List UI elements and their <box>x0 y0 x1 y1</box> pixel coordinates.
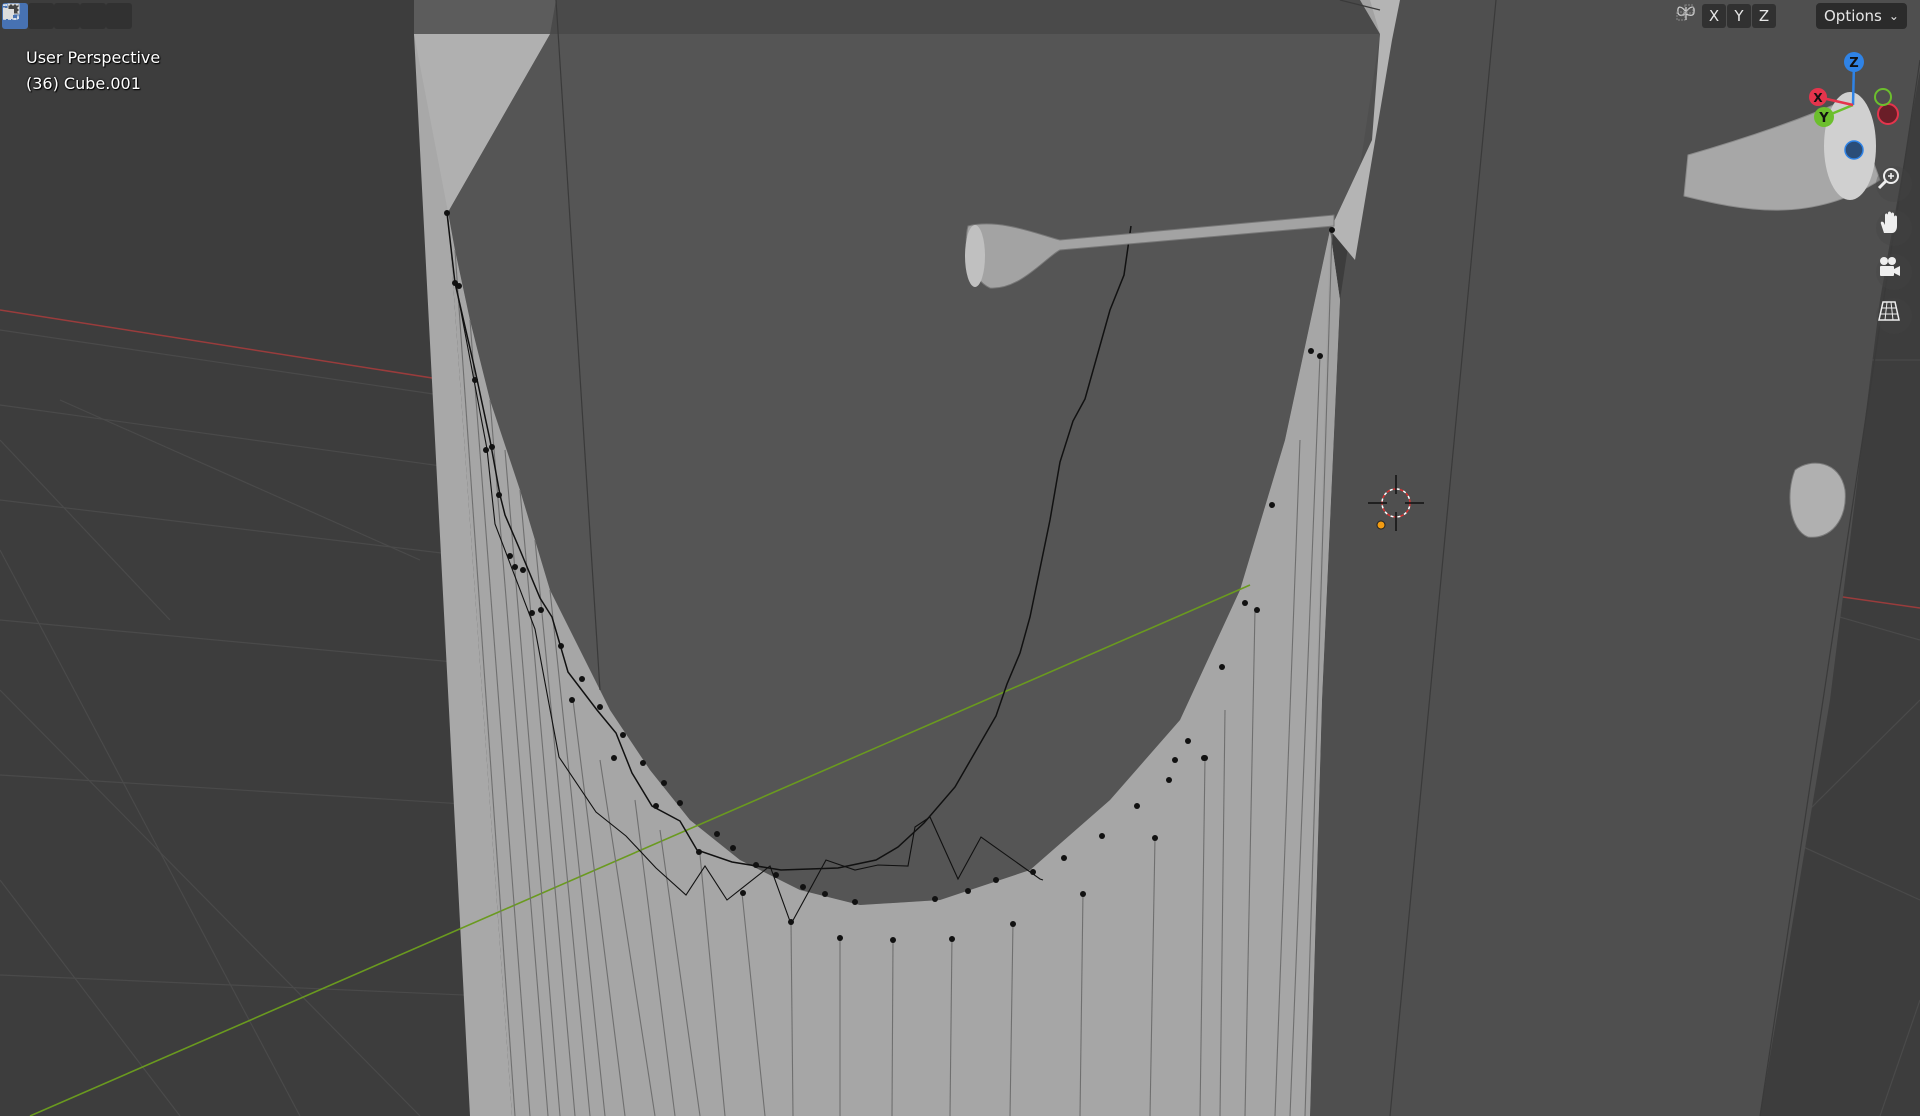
camera-icon[interactable] <box>1876 254 1912 290</box>
3d-viewport[interactable]: X Y Z Options ⌄ User Perspective (36) Cu… <box>0 0 1920 1116</box>
ortho-grid-icon[interactable] <box>1876 298 1912 334</box>
options-label: Options <box>1824 7 1882 25</box>
viewport-header: X Y Z Options ⌄ <box>0 0 1920 34</box>
options-dropdown[interactable]: Options ⌄ <box>1816 3 1907 29</box>
gizmo-x-label: X <box>1813 91 1823 105</box>
gizmo-x-axis[interactable]: X <box>1809 88 1827 106</box>
gizmo-z-label: Z <box>1849 56 1858 71</box>
zoom-icon[interactable] <box>1876 166 1912 202</box>
object-info-label: (36) Cube.001 <box>26 74 141 93</box>
select-extend-icon[interactable] <box>3 3 54 29</box>
gizmo-z-axis[interactable]: Z <box>1844 52 1864 72</box>
pan-hand-icon[interactable] <box>1876 210 1912 246</box>
navigation-gizmo[interactable]: Z Y X <box>1790 50 1920 170</box>
mirror-axis-group: X Y Z Options ⌄ <box>1675 3 1907 29</box>
select-subtract-icon[interactable] <box>3 3 80 29</box>
mirror-x-toggle[interactable]: X <box>1702 4 1726 28</box>
mirror-z-toggle[interactable]: Z <box>1752 4 1776 28</box>
select-intersect-icon[interactable] <box>3 3 132 29</box>
select-mode-group <box>2 3 132 29</box>
auto-merge-icon[interactable] <box>1676 3 1810 29</box>
select-invert-icon[interactable] <box>3 3 106 29</box>
viewport-scene[interactable] <box>0 0 1920 1116</box>
object-origin <box>1376 520 1386 530</box>
view-name-label: User Perspective <box>26 48 161 67</box>
gizmo-y-label: Y <box>1818 111 1829 126</box>
gizmo-y-axis[interactable]: Y <box>1814 107 1834 127</box>
mirror-y-toggle[interactable]: Y <box>1727 4 1751 28</box>
chevron-down-icon: ⌄ <box>1888 9 1899 23</box>
